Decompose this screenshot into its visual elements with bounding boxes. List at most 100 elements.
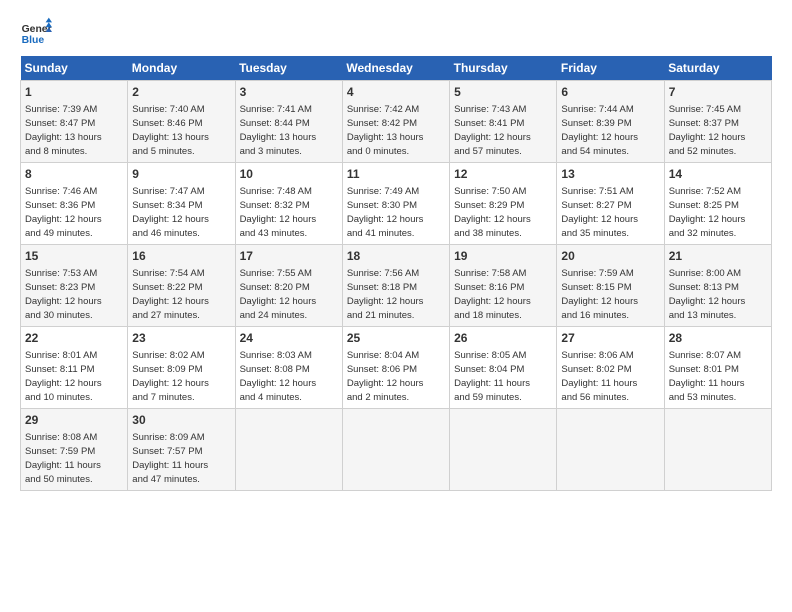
day-info: Sunrise: 8:04 AM Sunset: 8:06 PM Dayligh… <box>347 350 424 403</box>
day-number: 21 <box>669 248 767 265</box>
day-info: Sunrise: 7:41 AM Sunset: 8:44 PM Dayligh… <box>240 104 317 157</box>
calendar-cell: 6Sunrise: 7:44 AM Sunset: 8:39 PM Daylig… <box>557 81 664 163</box>
calendar-week-row: 1 Sunrise: 7:39 AM Sunset: 8:47 PM Daylig… <box>21 81 772 163</box>
calendar-cell: 16Sunrise: 7:54 AM Sunset: 8:22 PM Dayli… <box>128 245 235 327</box>
day-info: Sunrise: 7:48 AM Sunset: 8:32 PM Dayligh… <box>240 186 317 239</box>
day-number: 10 <box>240 166 338 183</box>
day-info: Sunrise: 8:08 AM Sunset: 7:59 PM Dayligh… <box>25 432 101 485</box>
calendar-cell: 12 Sunrise: 7:50 AM Sunset: 8:29 PM Dayli… <box>450 163 557 245</box>
day-number: 7 <box>669 84 767 101</box>
calendar-cell: 14 Sunrise: 7:52 AM Sunset: 8:25 PM Dayli… <box>664 163 771 245</box>
day-info: Sunrise: 8:01 AM Sunset: 8:11 PM Dayligh… <box>25 350 102 403</box>
day-info: Sunrise: 7:40 AM Sunset: 8:46 PM Dayligh… <box>132 104 209 157</box>
day-number: 4 <box>347 84 445 101</box>
col-header-friday: Friday <box>557 56 664 81</box>
calendar-table: SundayMondayTuesdayWednesdayThursdayFrid… <box>20 56 772 491</box>
col-header-wednesday: Wednesday <box>342 56 449 81</box>
calendar-cell: 7 Sunrise: 7:45 AM Sunset: 8:37 PM Daylig… <box>664 81 771 163</box>
calendar-cell: 27Sunrise: 8:06 AM Sunset: 8:02 PM Dayli… <box>557 327 664 409</box>
page-header: General Blue <box>20 16 772 48</box>
day-number: 25 <box>347 330 445 347</box>
day-number: 22 <box>25 330 123 347</box>
day-number: 13 <box>561 166 659 183</box>
calendar-cell: 8Sunrise: 7:46 AM Sunset: 8:36 PM Daylig… <box>21 163 128 245</box>
calendar-cell: 10 Sunrise: 7:48 AM Sunset: 8:32 PM Dayli… <box>235 163 342 245</box>
day-number: 1 <box>25 84 123 101</box>
day-info: Sunrise: 7:45 AM Sunset: 8:37 PM Dayligh… <box>669 104 746 157</box>
day-number: 17 <box>240 248 338 265</box>
day-number: 16 <box>132 248 230 265</box>
day-number: 3 <box>240 84 338 101</box>
calendar-cell: 17 Sunrise: 7:55 AM Sunset: 8:20 PM Dayli… <box>235 245 342 327</box>
day-info: Sunrise: 7:46 AM Sunset: 8:36 PM Dayligh… <box>25 186 102 239</box>
calendar-cell: 3 Sunrise: 7:41 AM Sunset: 8:44 PM Daylig… <box>235 81 342 163</box>
calendar-cell: 24 Sunrise: 8:03 AM Sunset: 8:08 PM Dayli… <box>235 327 342 409</box>
day-number: 15 <box>25 248 123 265</box>
calendar-cell <box>342 409 449 491</box>
calendar-week-row: 8Sunrise: 7:46 AM Sunset: 8:36 PM Daylig… <box>21 163 772 245</box>
col-header-tuesday: Tuesday <box>235 56 342 81</box>
logo: General Blue <box>20 16 52 48</box>
day-info: Sunrise: 7:55 AM Sunset: 8:20 PM Dayligh… <box>240 268 317 321</box>
calendar-cell: 29Sunrise: 8:08 AM Sunset: 7:59 PM Dayli… <box>21 409 128 491</box>
calendar-cell: 26 Sunrise: 8:05 AM Sunset: 8:04 PM Dayli… <box>450 327 557 409</box>
day-info: Sunrise: 8:06 AM Sunset: 8:02 PM Dayligh… <box>561 350 637 403</box>
calendar-week-row: 29Sunrise: 8:08 AM Sunset: 7:59 PM Dayli… <box>21 409 772 491</box>
calendar-cell: 1 Sunrise: 7:39 AM Sunset: 8:47 PM Daylig… <box>21 81 128 163</box>
logo-icon: General Blue <box>20 16 52 48</box>
calendar-cell: 9 Sunrise: 7:47 AM Sunset: 8:34 PM Daylig… <box>128 163 235 245</box>
day-info: Sunrise: 7:52 AM Sunset: 8:25 PM Dayligh… <box>669 186 746 239</box>
calendar-cell: 21 Sunrise: 8:00 AM Sunset: 8:13 PM Dayli… <box>664 245 771 327</box>
day-info: Sunrise: 7:47 AM Sunset: 8:34 PM Dayligh… <box>132 186 209 239</box>
calendar-cell: 4Sunrise: 7:42 AM Sunset: 8:42 PM Daylig… <box>342 81 449 163</box>
day-info: Sunrise: 7:44 AM Sunset: 8:39 PM Dayligh… <box>561 104 638 157</box>
calendar-cell: 20 Sunrise: 7:59 AM Sunset: 8:15 PM Dayli… <box>557 245 664 327</box>
calendar-week-row: 22 Sunrise: 8:01 AM Sunset: 8:11 PM Dayli… <box>21 327 772 409</box>
calendar-cell: 15 Sunrise: 7:53 AM Sunset: 8:23 PM Dayli… <box>21 245 128 327</box>
day-number: 26 <box>454 330 552 347</box>
day-number: 30 <box>132 412 230 429</box>
day-number: 19 <box>454 248 552 265</box>
calendar-cell <box>235 409 342 491</box>
calendar-cell: 25 Sunrise: 8:04 AM Sunset: 8:06 PM Dayli… <box>342 327 449 409</box>
col-header-saturday: Saturday <box>664 56 771 81</box>
day-info: Sunrise: 7:53 AM Sunset: 8:23 PM Dayligh… <box>25 268 102 321</box>
calendar-cell: 18 Sunrise: 7:56 AM Sunset: 8:18 PM Dayli… <box>342 245 449 327</box>
day-number: 12 <box>454 166 552 183</box>
day-number: 18 <box>347 248 445 265</box>
calendar-cell: 30 Sunrise: 8:09 AM Sunset: 7:57 PM Dayli… <box>128 409 235 491</box>
calendar-cell <box>664 409 771 491</box>
day-number: 9 <box>132 166 230 183</box>
svg-text:Blue: Blue <box>22 35 45 46</box>
calendar-cell <box>450 409 557 491</box>
day-number: 5 <box>454 84 552 101</box>
day-info: Sunrise: 7:56 AM Sunset: 8:18 PM Dayligh… <box>347 268 424 321</box>
day-number: 20 <box>561 248 659 265</box>
day-info: Sunrise: 8:09 AM Sunset: 7:57 PM Dayligh… <box>132 432 208 485</box>
calendar-header-row: SundayMondayTuesdayWednesdayThursdayFrid… <box>21 56 772 81</box>
day-info: Sunrise: 7:59 AM Sunset: 8:15 PM Dayligh… <box>561 268 638 321</box>
day-info: Sunrise: 8:02 AM Sunset: 8:09 PM Dayligh… <box>132 350 209 403</box>
day-info: Sunrise: 7:58 AM Sunset: 8:16 PM Dayligh… <box>454 268 531 321</box>
day-info: Sunrise: 7:51 AM Sunset: 8:27 PM Dayligh… <box>561 186 638 239</box>
calendar-cell: 23Sunrise: 8:02 AM Sunset: 8:09 PM Dayli… <box>128 327 235 409</box>
calendar-week-row: 15 Sunrise: 7:53 AM Sunset: 8:23 PM Dayli… <box>21 245 772 327</box>
day-info: Sunrise: 7:50 AM Sunset: 8:29 PM Dayligh… <box>454 186 531 239</box>
day-info: Sunrise: 7:39 AM Sunset: 8:47 PM Dayligh… <box>25 104 102 157</box>
day-info: Sunrise: 8:07 AM Sunset: 8:01 PM Dayligh… <box>669 350 745 403</box>
day-number: 2 <box>132 84 230 101</box>
day-info: Sunrise: 8:03 AM Sunset: 8:08 PM Dayligh… <box>240 350 317 403</box>
calendar-page: General Blue SundayMondayTuesdayWednesda… <box>0 0 792 612</box>
day-number: 11 <box>347 166 445 183</box>
day-number: 28 <box>669 330 767 347</box>
day-info: Sunrise: 7:49 AM Sunset: 8:30 PM Dayligh… <box>347 186 424 239</box>
calendar-cell: 28 Sunrise: 8:07 AM Sunset: 8:01 PM Dayli… <box>664 327 771 409</box>
day-info: Sunrise: 8:05 AM Sunset: 8:04 PM Dayligh… <box>454 350 530 403</box>
day-info: Sunrise: 8:00 AM Sunset: 8:13 PM Dayligh… <box>669 268 746 321</box>
calendar-cell: 5Sunrise: 7:43 AM Sunset: 8:41 PM Daylig… <box>450 81 557 163</box>
col-header-thursday: Thursday <box>450 56 557 81</box>
calendar-cell: 19 Sunrise: 7:58 AM Sunset: 8:16 PM Dayli… <box>450 245 557 327</box>
day-number: 14 <box>669 166 767 183</box>
col-header-monday: Monday <box>128 56 235 81</box>
day-number: 24 <box>240 330 338 347</box>
